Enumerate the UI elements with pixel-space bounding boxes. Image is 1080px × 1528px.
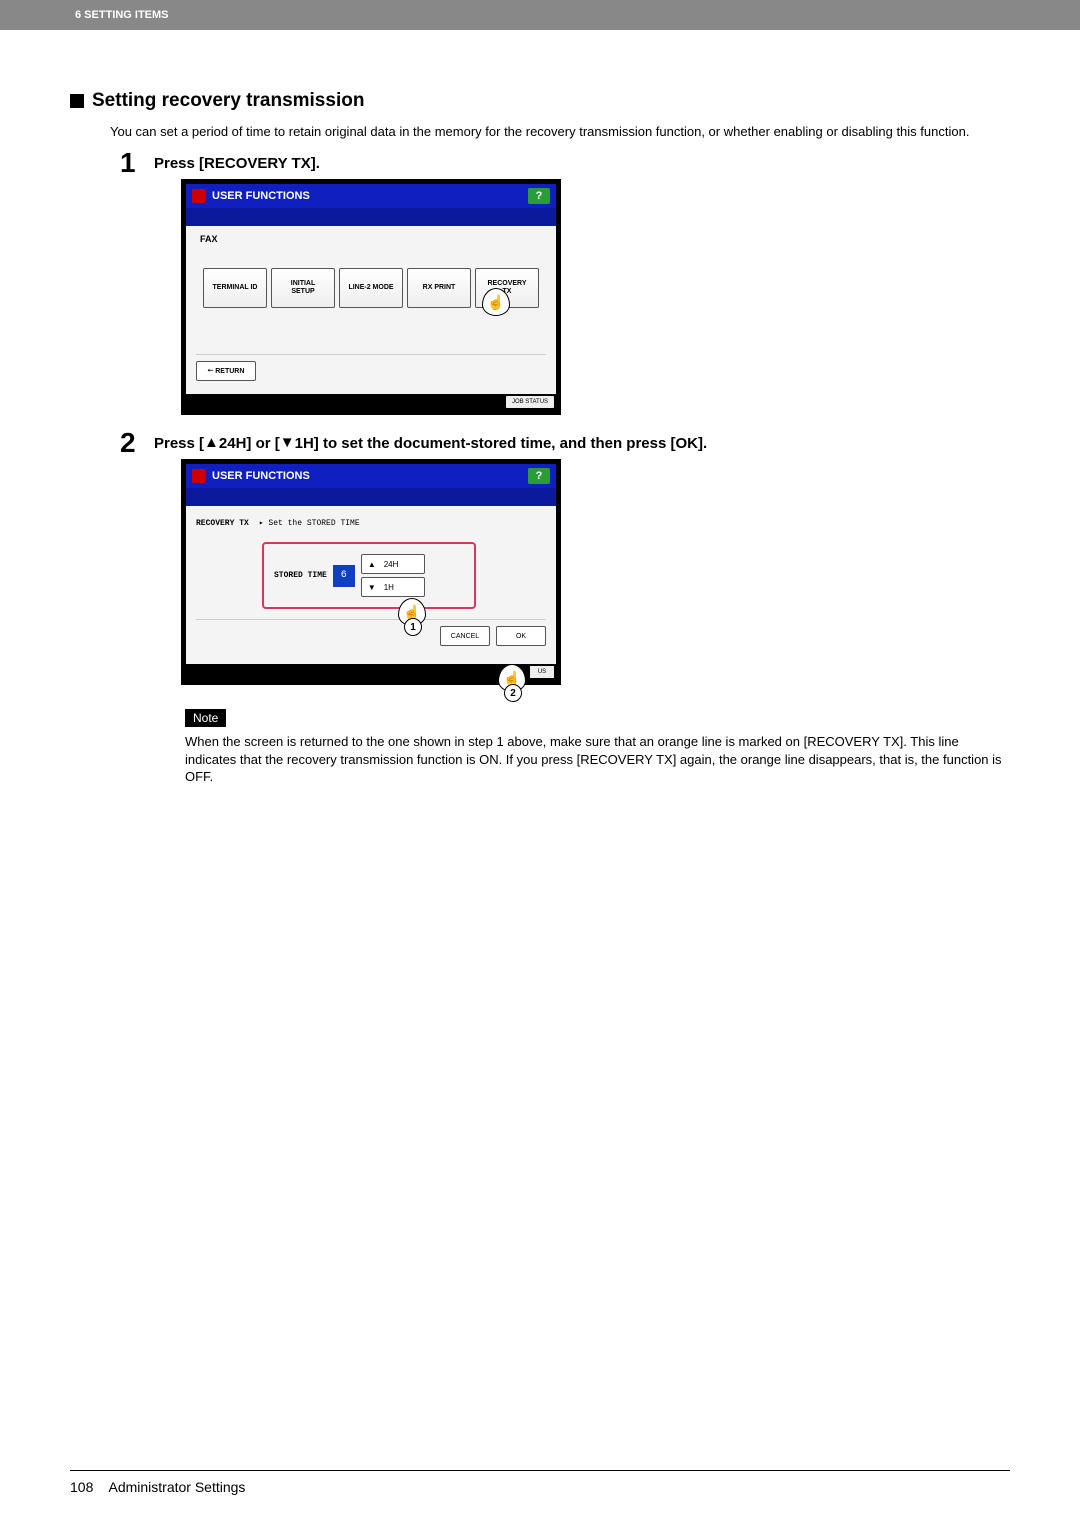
fax-tab[interactable]: FAX	[196, 234, 546, 244]
bullet-square-icon	[70, 94, 84, 108]
stored-time-group: STORED TIME 6 ▲ 24H ▼ 1H	[262, 542, 476, 609]
stored-time-value: 6	[333, 565, 355, 587]
down-label: 1H	[384, 583, 394, 592]
return-arrow-icon: ⭠	[208, 367, 214, 375]
line2-mode-button[interactable]: LINE-2 MODE	[339, 268, 403, 308]
section-intro: You can set a period of time to retain o…	[110, 124, 1010, 139]
help-button[interactable]: ?	[528, 188, 550, 204]
note-label: Note	[185, 709, 226, 727]
panel1-header: USER FUNCTIONS ?	[186, 184, 556, 208]
screenshot-panel-2: USER FUNCTIONS ? RECOVERY TX ▸ Set the S…	[185, 463, 557, 681]
section-title-text: Setting recovery transmission	[92, 90, 364, 112]
decrement-1h-button[interactable]: ▼ 1H	[361, 577, 425, 597]
stored-time-label: STORED TIME	[274, 571, 327, 580]
recovery-tx-button[interactable]: RECOVERY TX	[475, 268, 539, 308]
us-button[interactable]: US	[530, 666, 554, 678]
return-label: RETURN	[215, 368, 244, 375]
page-footer: 108 Administrator Settings	[70, 1470, 1010, 1495]
initial-setup-button[interactable]: INITIAL SETUP	[271, 268, 335, 308]
prompt-text: ▸ Set the STORED TIME	[259, 518, 360, 528]
triangle-up-icon: ▲	[204, 434, 219, 451]
increment-24h-button[interactable]: ▲ 24H	[361, 554, 425, 574]
step-1-number: 1	[120, 149, 148, 177]
callout-badge-2: 2	[504, 684, 522, 702]
panel2-header: USER FUNCTIONS ?	[186, 464, 556, 488]
panel2-title: USER FUNCTIONS	[212, 470, 310, 482]
cancel-button[interactable]: CANCEL	[440, 626, 490, 646]
triangle-down-icon: ▼	[368, 583, 376, 592]
step-1-text: Press [RECOVERY TX].	[154, 149, 320, 177]
section-title: Setting recovery transmission	[70, 90, 1010, 112]
step-2-number: 2	[120, 429, 148, 457]
terminal-id-button[interactable]: TERMINAL ID	[203, 268, 267, 308]
step-2: 2 Press [▲24H] or [▼1H] to set the docum…	[120, 429, 1010, 457]
tools-icon	[192, 469, 206, 483]
recovery-tx-label: RECOVERY TX	[196, 519, 249, 528]
callout-badge-1: 1	[404, 618, 422, 636]
s2-midA: 24H] or [	[219, 435, 280, 452]
chapter-title: 6 SETTING ITEMS	[0, 9, 169, 21]
step-1: 1 Press [RECOVERY TX].	[120, 149, 1010, 177]
rx-print-button[interactable]: RX PRINT	[407, 268, 471, 308]
s2-suffix: 1H] to set the document-stored time, and…	[295, 435, 708, 452]
panel1-title: USER FUNCTIONS	[212, 190, 310, 202]
panel1-subheader	[186, 208, 556, 226]
triangle-up-icon: ▲	[368, 560, 376, 569]
step-2-text: Press [▲24H] or [▼1H] to set the documen…	[154, 429, 707, 457]
ok-button[interactable]: OK	[496, 626, 546, 646]
tools-icon	[192, 189, 206, 203]
job-status-button[interactable]: JOB STATUS	[506, 396, 554, 408]
up-label: 24H	[384, 560, 399, 569]
help-button[interactable]: ?	[528, 468, 550, 484]
note-text: When the screen is returned to the one s…	[185, 733, 1010, 786]
return-button[interactable]: ⭠ RETURN	[196, 361, 256, 381]
chapter-header: 6 SETTING ITEMS	[0, 0, 1080, 30]
s2-prefix: Press [	[154, 435, 204, 452]
screenshot-panel-1: USER FUNCTIONS ? FAX TERMINAL ID INITIAL…	[185, 183, 557, 411]
page-number: 108	[70, 1479, 93, 1495]
footer-section: Administrator Settings	[108, 1479, 245, 1495]
triangle-down-icon: ▼	[280, 434, 295, 451]
panel2-subheader	[186, 488, 556, 506]
